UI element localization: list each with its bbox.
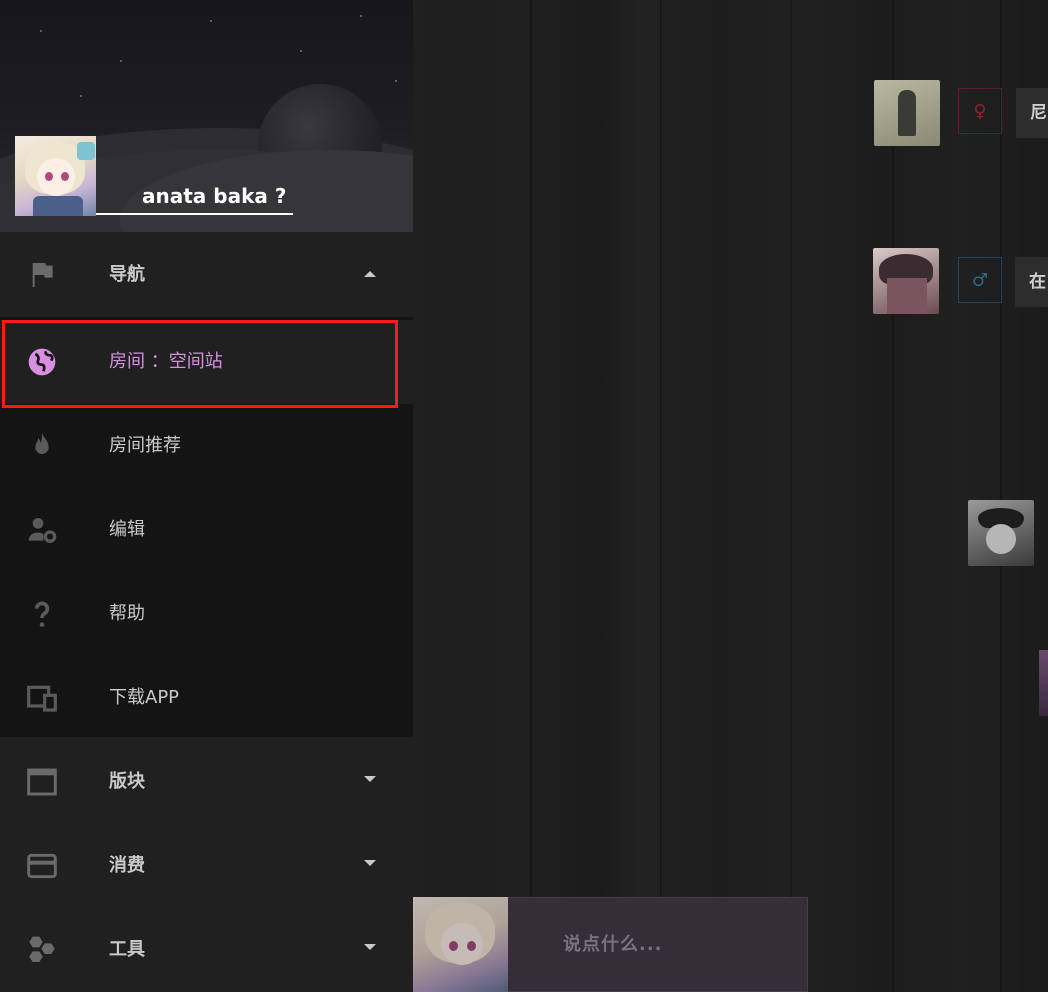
nav-section-header[interactable]: 导航 bbox=[0, 233, 413, 318]
sidebar: anata baka ? 导航 房间 ：空间站 房间推荐 编辑 帮助 下载APP… bbox=[0, 0, 413, 992]
nav-item-label: 下载APP bbox=[109, 687, 180, 708]
nav-item-recommend[interactable]: 房间推荐 bbox=[0, 404, 413, 488]
fire-icon bbox=[26, 430, 58, 462]
nav-item-label: 房间推荐 bbox=[109, 435, 181, 456]
avatar[interactable] bbox=[15, 136, 96, 216]
flag-icon bbox=[26, 259, 58, 291]
chevron-down-icon bbox=[364, 776, 376, 782]
user-settings-icon bbox=[26, 514, 58, 546]
message-avatar-partial bbox=[1039, 650, 1048, 716]
group-label: 版块 bbox=[109, 771, 145, 792]
message-avatar[interactable] bbox=[968, 500, 1034, 566]
nav-section-label: 导航 bbox=[109, 264, 145, 285]
username[interactable]: anata baka ? bbox=[142, 184, 286, 208]
gender-male-badge: ♂ bbox=[958, 257, 1002, 303]
group-label: 工具 bbox=[109, 939, 145, 960]
window-icon bbox=[26, 766, 58, 798]
question-icon bbox=[26, 598, 58, 630]
chevron-down-icon bbox=[364, 860, 376, 866]
highlight-box bbox=[2, 320, 398, 408]
message-avatar[interactable] bbox=[873, 248, 939, 314]
nav-item-help[interactable]: 帮助 bbox=[0, 572, 413, 656]
chevron-up-icon bbox=[364, 271, 376, 277]
chat-input-placeholder[interactable]: 说点什么... bbox=[563, 930, 663, 956]
nav-item-edit[interactable]: 编辑 bbox=[0, 488, 413, 572]
message-bubble: 在 bbox=[1015, 257, 1048, 307]
profile-header: anata baka ? bbox=[0, 0, 413, 232]
nav-item-label: 帮助 bbox=[109, 603, 145, 624]
nav-item-download[interactable]: 下载APP bbox=[0, 656, 413, 740]
gender-female-badge: ♀ bbox=[958, 88, 1002, 134]
group-tools[interactable]: 工具 bbox=[0, 908, 413, 992]
message-avatar[interactable] bbox=[874, 80, 940, 146]
username-underline bbox=[96, 213, 293, 215]
hexagons-icon bbox=[26, 934, 58, 966]
group-blocks[interactable]: 版块 bbox=[0, 740, 413, 824]
input-avatar bbox=[413, 897, 508, 992]
group-label: 消费 bbox=[109, 855, 145, 876]
group-spending[interactable]: 消费 bbox=[0, 824, 413, 908]
credit-card-icon bbox=[26, 850, 58, 882]
chevron-down-icon bbox=[364, 944, 376, 950]
devices-icon bbox=[26, 682, 58, 714]
message-bubble: 尼 bbox=[1016, 88, 1048, 138]
nav-item-label: 编辑 bbox=[109, 519, 145, 540]
